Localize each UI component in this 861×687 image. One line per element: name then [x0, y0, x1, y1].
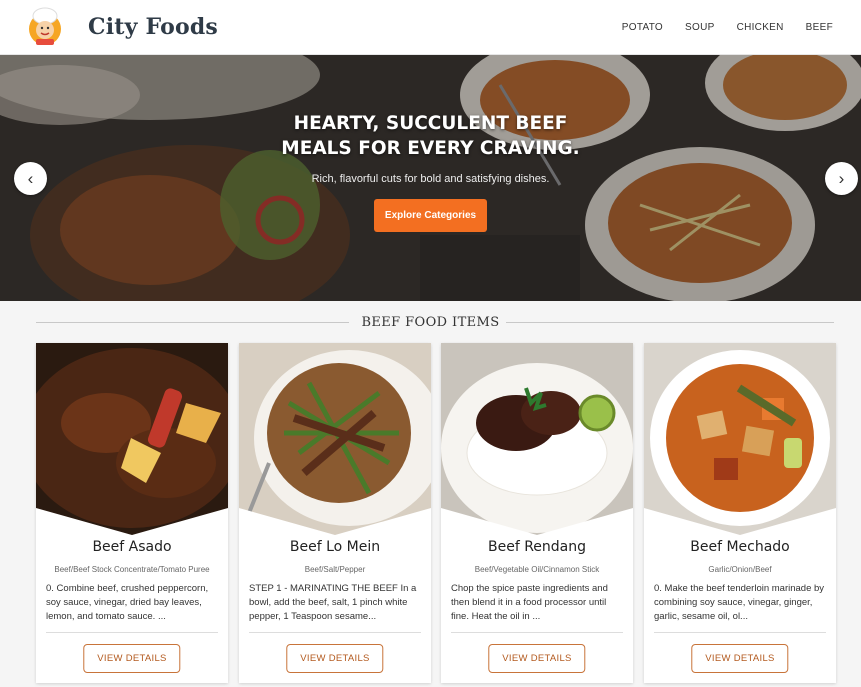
- card-description: 0. Make the beef tenderloin marinade by …: [654, 583, 825, 622]
- chef-logo-icon[interactable]: [24, 6, 66, 48]
- view-details-button[interactable]: VIEW DETAILS: [286, 644, 384, 673]
- card-description: Chop the spice paste ingredients and the…: [451, 583, 608, 622]
- view-details-button[interactable]: VIEW DETAILS: [488, 644, 586, 673]
- divider-right: [506, 322, 834, 323]
- section-title: BEEF FOOD ITEMS: [349, 314, 512, 330]
- chevron-left-icon: ‹: [27, 168, 34, 188]
- card-tags: Beef/Vegetable Oil/Cinnamon Stick: [474, 565, 600, 574]
- card-tags: Beef/Salt/Pepper: [304, 565, 366, 574]
- food-card[interactable]: Beef Mechado Garlic/Onion/Beef 0. Make t…: [644, 343, 836, 683]
- card-description: STEP 1 - MARINATING THE BEEF In a bowl, …: [249, 583, 417, 622]
- card-description: 0. Combine beef, crushed peppercorn, soy…: [46, 583, 209, 622]
- hero-carousel: HEARTY, SUCCULENT BEEF MEALS FOR EVERY C…: [0, 55, 861, 301]
- card-title: Beef Lo Mein: [289, 539, 381, 555]
- food-card-grid: Beef Asado Beef/Beef Stock Concentrate/T…: [0, 343, 861, 687]
- brand-name[interactable]: City Foods: [88, 14, 218, 40]
- food-image[interactable]: [644, 343, 836, 535]
- nav-item-potato[interactable]: POTATO: [622, 22, 663, 33]
- nav-item-beef[interactable]: BEEF: [806, 22, 833, 33]
- main-nav: POTATO SOUP CHICKEN BEEF: [622, 0, 833, 55]
- hero-content: HEARTY, SUCCULENT BEEF MEALS FOR EVERY C…: [0, 111, 861, 232]
- hero-title: HEARTY, SUCCULENT BEEF MEALS FOR EVERY C…: [281, 113, 580, 159]
- food-card[interactable]: Beef Rendang Beef/Vegetable Oil/Cinnamon…: [441, 343, 633, 683]
- explore-categories-button[interactable]: Explore Categories: [373, 199, 488, 232]
- nav-item-chicken[interactable]: CHICKEN: [737, 22, 784, 33]
- food-image[interactable]: [441, 343, 633, 535]
- chevron-right-icon: ›: [838, 168, 845, 188]
- food-image[interactable]: [239, 343, 431, 535]
- card-title: Beef Asado: [92, 539, 172, 555]
- food-card[interactable]: Beef Lo Mein Beef/Salt/Pepper STEP 1 - M…: [239, 343, 431, 683]
- card-title: Beef Rendang: [487, 539, 587, 555]
- site-header: City Foods POTATO SOUP CHICKEN BEEF: [0, 0, 861, 55]
- card-tags: Beef/Beef Stock Concentrate/Tomato Puree: [54, 565, 210, 574]
- divider-left: [36, 322, 360, 323]
- carousel-next-button[interactable]: ›: [825, 162, 858, 195]
- food-card[interactable]: Beef Asado Beef/Beef Stock Concentrate/T…: [36, 343, 228, 683]
- view-details-button[interactable]: VIEW DETAILS: [83, 644, 181, 673]
- section-heading: BEEF FOOD ITEMS: [0, 301, 861, 343]
- carousel-prev-button[interactable]: ‹: [14, 162, 47, 195]
- hero-subtitle: Rich, flavorful cuts for bold and satisf…: [311, 173, 550, 185]
- nav-item-soup[interactable]: SOUP: [685, 22, 715, 33]
- view-details-button[interactable]: VIEW DETAILS: [691, 644, 789, 673]
- card-tags: Garlic/Onion/Beef: [708, 565, 772, 574]
- card-title: Beef Mechado: [690, 539, 790, 555]
- food-image[interactable]: [36, 343, 228, 535]
